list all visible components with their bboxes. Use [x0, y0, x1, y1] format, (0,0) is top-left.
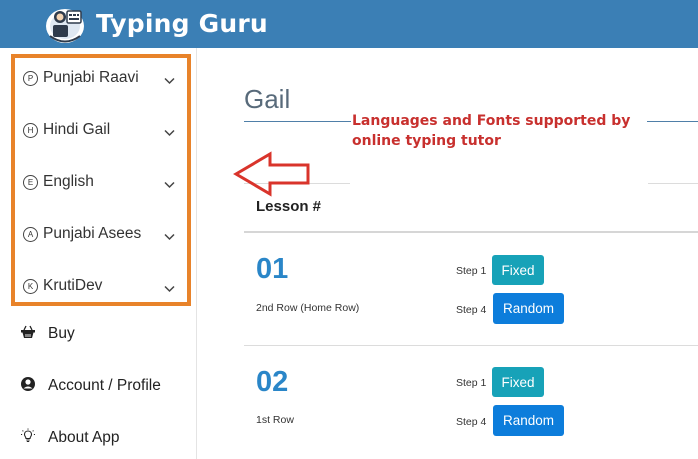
- basket-icon: [20, 325, 36, 344]
- letter-a-icon: A: [23, 226, 38, 242]
- chevron-down-icon: [164, 176, 175, 194]
- row-divider: [244, 345, 698, 346]
- sidebar-item-label: Buy: [48, 325, 75, 342]
- step-label: Step 4: [456, 304, 487, 316]
- app-title: Typing Guru: [96, 9, 268, 38]
- letter-k-icon: K: [23, 278, 38, 294]
- sidebar-item-label: Punjabi Asees: [43, 225, 142, 242]
- sidebar-item-hindi-gail[interactable]: H Hindi Gail: [23, 118, 183, 142]
- sidebar-item-label: English: [43, 173, 94, 190]
- step-label: Step 1: [456, 265, 487, 277]
- chevron-down-icon: [164, 228, 175, 246]
- step-label: Step 1: [456, 377, 487, 389]
- chevron-down-icon: [164, 72, 175, 90]
- sidebar-item-krutidev[interactable]: K KrutiDev: [23, 274, 183, 298]
- random-button[interactable]: Random: [493, 293, 564, 324]
- sidebar-item-buy[interactable]: Buy: [20, 321, 75, 347]
- user-circle-icon: [20, 376, 36, 397]
- chevron-down-icon: [164, 124, 175, 142]
- lesson-name: 1st Row: [256, 414, 294, 426]
- languages-highlight-box: P Punjabi Raavi H Hindi Gail E English A…: [11, 54, 191, 306]
- sidebar-item-label: Account / Profile: [48, 377, 161, 394]
- letter-h-icon: H: [23, 122, 38, 138]
- lesson-name: 2nd Row (Home Row): [256, 302, 360, 314]
- letter-e-icon: E: [23, 174, 38, 190]
- letter-p-icon: P: [23, 70, 38, 86]
- sidebar-item-label: About App: [48, 429, 120, 446]
- sidebar-item-label: KrutiDev: [43, 277, 103, 294]
- annotation-box: Languages and Fonts supported by online …: [351, 108, 647, 226]
- sidebar-item-punjabi-raavi[interactable]: P Punjabi Raavi: [23, 66, 183, 90]
- annotation-text: Languages and Fonts supported by online …: [352, 113, 631, 149]
- sidebar-item-punjabi-asees[interactable]: A Punjabi Asees: [23, 222, 183, 246]
- lesson-number: 02: [256, 366, 289, 398]
- sidebar-item-label: Hindi Gail: [43, 121, 111, 138]
- sidebar-item-about-app[interactable]: About App: [20, 425, 120, 451]
- sidebar-item-account-profile[interactable]: Account / Profile: [20, 373, 161, 399]
- divider: [648, 183, 698, 184]
- lesson-number: 01: [256, 253, 289, 285]
- random-button[interactable]: Random: [493, 405, 564, 436]
- left-arrow-icon: [232, 150, 312, 203]
- step-label: Step 4: [456, 416, 487, 428]
- lightbulb-icon: [20, 428, 36, 449]
- app-header: Typing Guru: [0, 0, 698, 48]
- chevron-down-icon: [164, 280, 175, 298]
- sidebar-item-english[interactable]: E English: [23, 170, 183, 194]
- page-title: Gail: [244, 84, 291, 114]
- fixed-button[interactable]: Fixed: [492, 367, 544, 397]
- fixed-button[interactable]: Fixed: [492, 255, 544, 285]
- header-divider: [244, 231, 698, 233]
- sidebar-item-label: Punjabi Raavi: [43, 69, 139, 86]
- app-logo-icon: [42, 3, 88, 45]
